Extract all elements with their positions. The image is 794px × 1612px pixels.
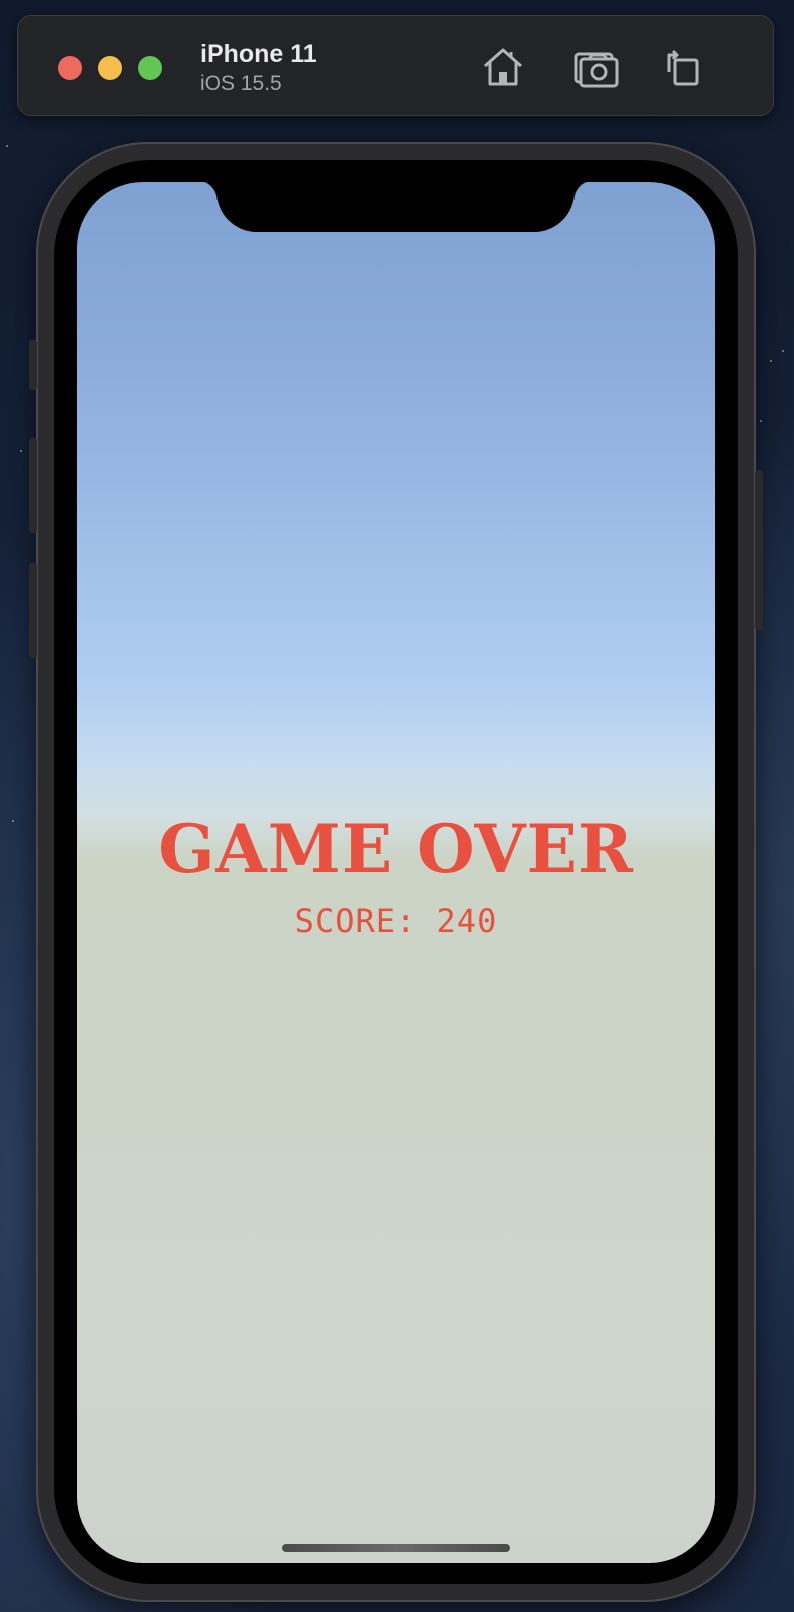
zoom-window-button[interactable]	[138, 56, 162, 80]
background-star	[6, 145, 8, 147]
background-star	[760, 420, 762, 422]
home-indicator[interactable]	[282, 1544, 510, 1552]
volume-down-button[interactable]	[29, 563, 37, 658]
game-over-title: GAME OVER	[158, 810, 634, 888]
home-icon[interactable]	[478, 42, 528, 92]
game-screen[interactable]: GAME OVER SCORE: 240	[77, 182, 715, 1563]
screenshot-icon[interactable]	[571, 42, 621, 92]
minimize-window-button[interactable]	[98, 56, 122, 80]
background-star	[12, 820, 14, 822]
background-star	[770, 360, 772, 362]
volume-up-button[interactable]	[29, 438, 37, 533]
device-name: iPhone 11	[200, 40, 317, 68]
notch	[197, 180, 594, 232]
close-window-button[interactable]	[58, 56, 82, 80]
mute-switch[interactable]	[29, 340, 37, 390]
rotate-icon[interactable]	[658, 42, 708, 92]
simulator-toolbar: iPhone 11 iOS 15.5	[17, 15, 774, 116]
background-star	[20, 450, 22, 452]
score-label: SCORE: 240	[294, 902, 498, 940]
background-star	[782, 350, 784, 352]
os-version: iOS 15.5	[200, 72, 282, 95]
power-button[interactable]	[755, 470, 763, 630]
